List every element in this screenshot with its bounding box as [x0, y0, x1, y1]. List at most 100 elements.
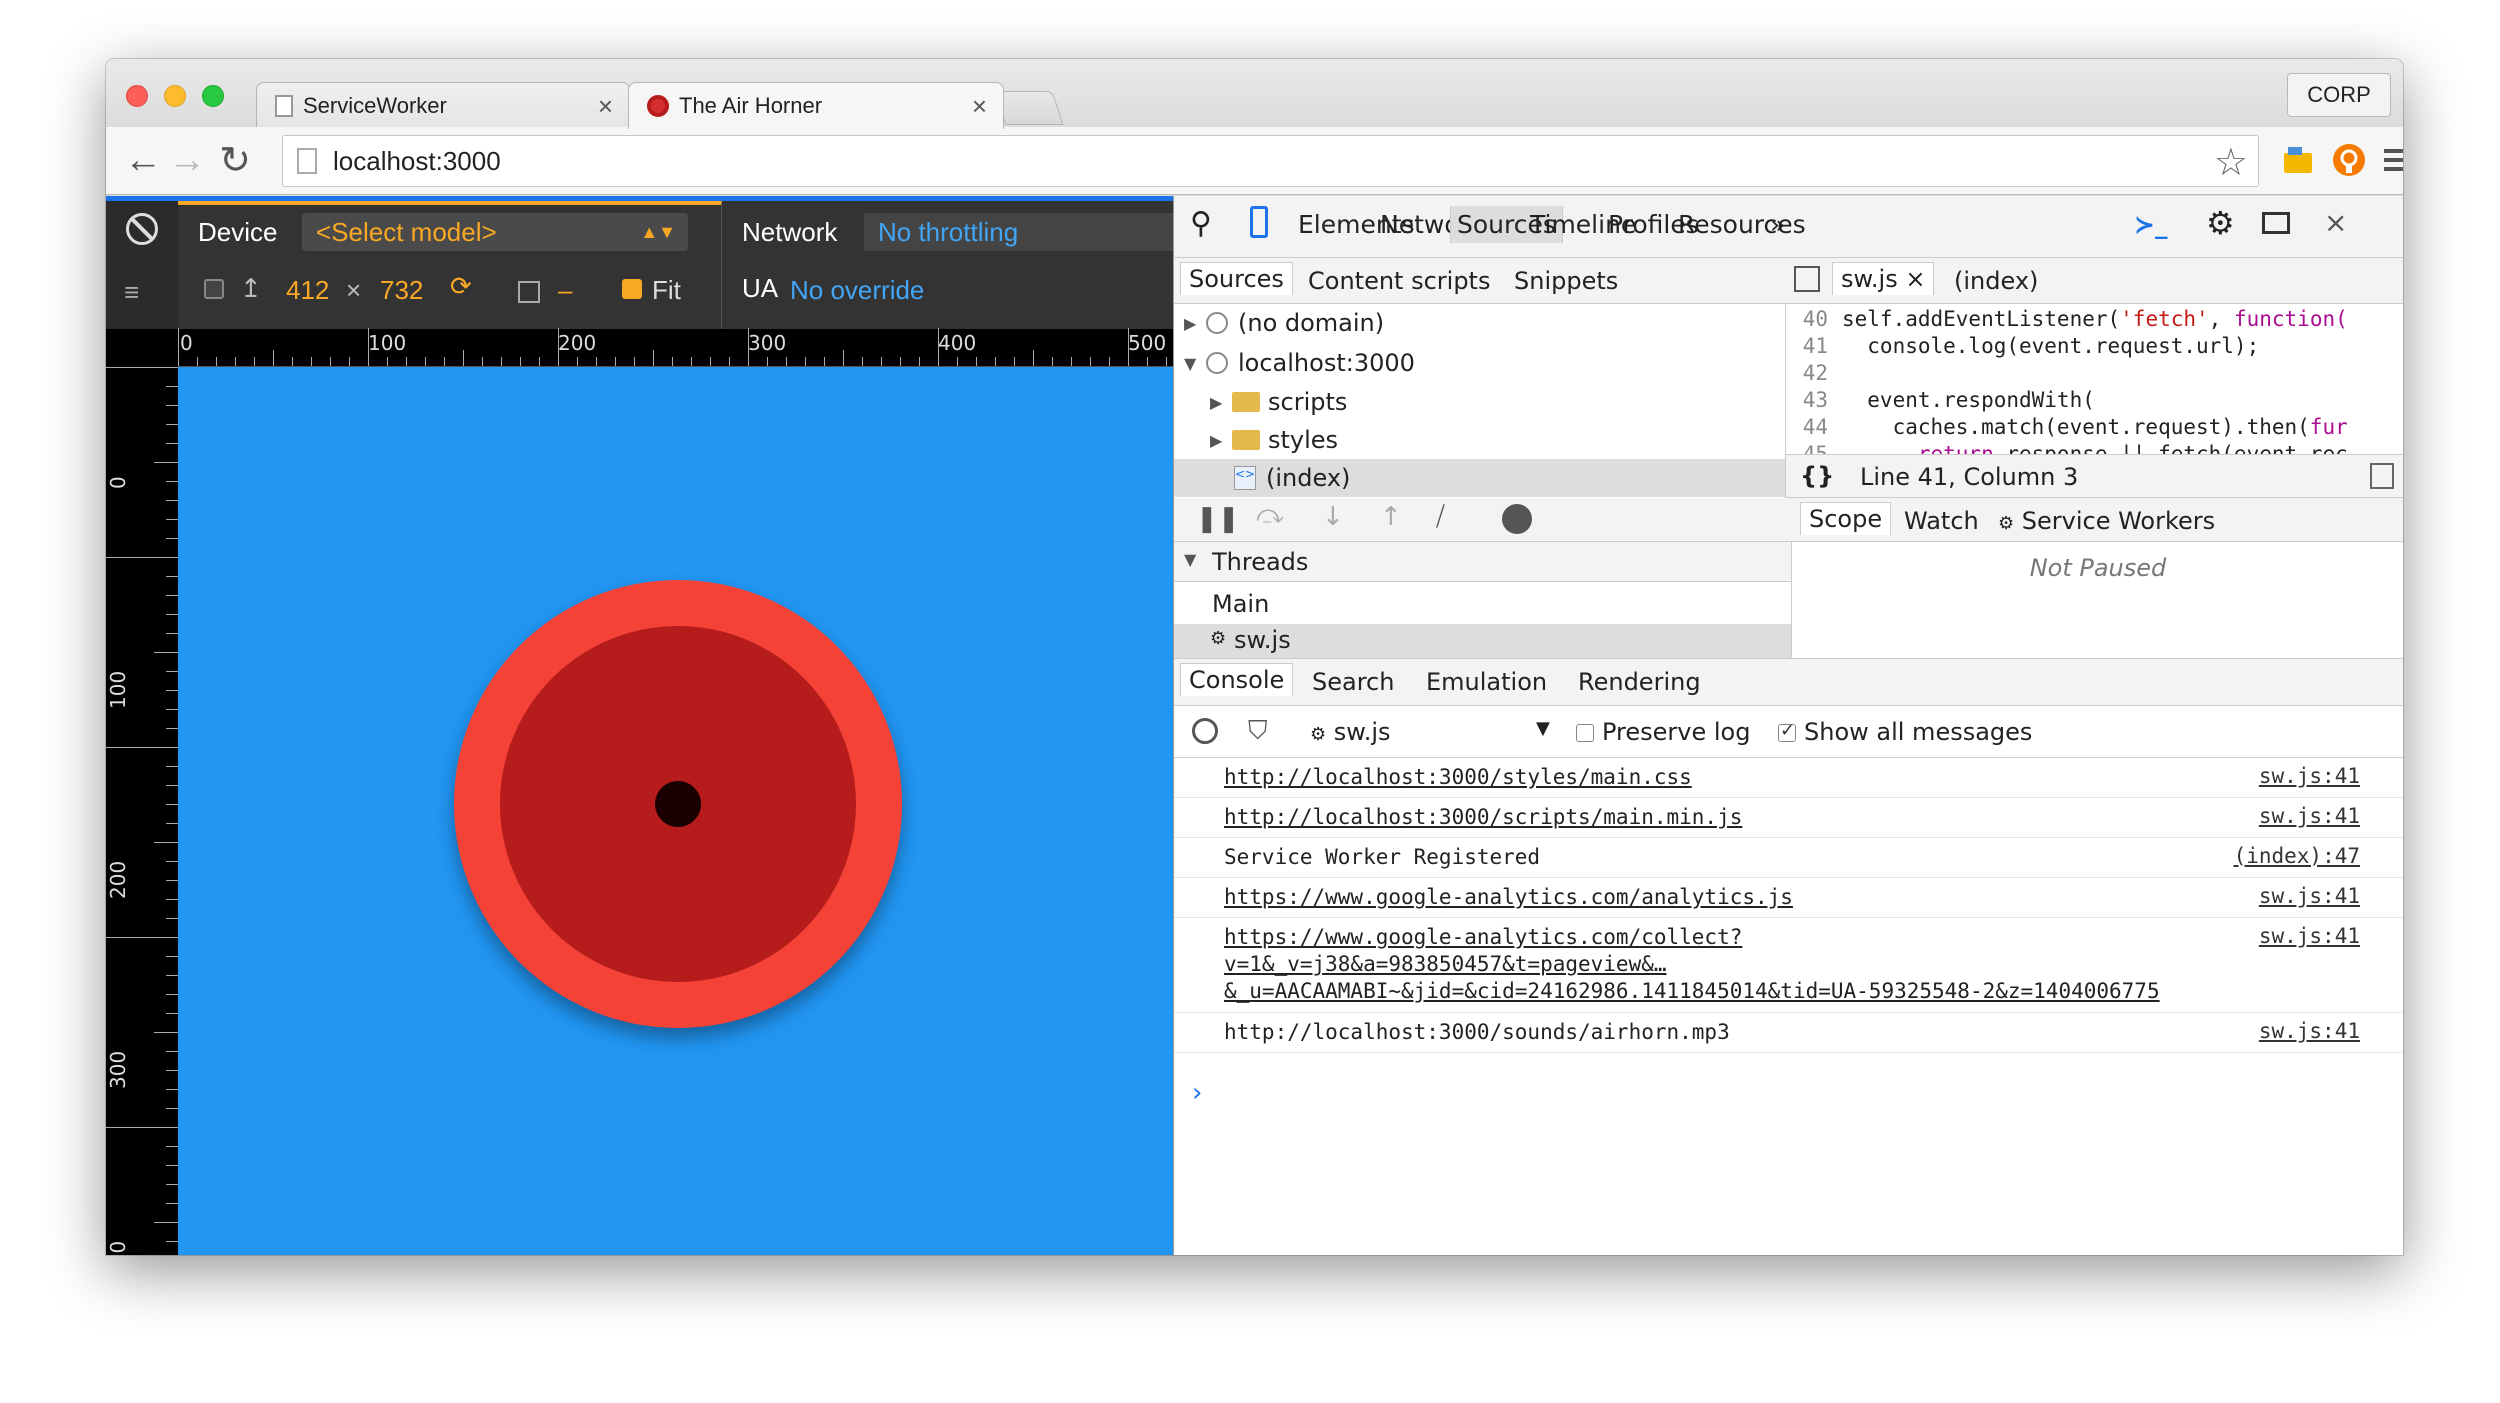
- console-url-link[interactable]: http://localhost:3000/styles/main.css: [1224, 764, 1692, 791]
- user-agent-select[interactable]: No override: [790, 275, 924, 306]
- close-tab-icon[interactable]: ×: [1905, 265, 1925, 293]
- console-source-link[interactable]: sw.js:41: [2259, 884, 2360, 908]
- tab-content-scripts[interactable]: Content scripts: [1308, 267, 1490, 295]
- console-url-link[interactable]: http://localhost:3000/sounds/airhorn.mp3: [1224, 1019, 1730, 1046]
- console-drawer-icon[interactable]: ≻_: [2134, 210, 2167, 239]
- device-mode-icon[interactable]: [1250, 206, 1268, 238]
- extension-folder-icon[interactable]: [2278, 139, 2320, 181]
- tab-scope[interactable]: Scope: [1800, 502, 1892, 535]
- ruler-label: 300: [106, 1050, 130, 1089]
- context-dropdown-arrow-icon[interactable]: ▼: [1536, 718, 1550, 739]
- console-url-link[interactable]: https://www.google-analytics.com/collect…: [1224, 924, 2160, 1005]
- toggle-debugger-icon[interactable]: [2370, 463, 2394, 489]
- device-model-select[interactable]: <Select model> ▲▼: [302, 213, 688, 251]
- chrome-menu-icon[interactable]: [2378, 139, 2403, 181]
- line-number[interactable]: 45: [1790, 441, 1828, 454]
- tab-emulation[interactable]: Emulation: [1426, 668, 1547, 696]
- line-number[interactable]: 40: [1790, 306, 1828, 333]
- thread-swjs[interactable]: ⚙ sw.js: [1174, 624, 1791, 658]
- tab-sources-navigator[interactable]: Sources: [1180, 262, 1293, 295]
- tab-air-horner[interactable]: The Air Horner ×: [628, 82, 1004, 129]
- forward-button[interactable]: →: [164, 137, 210, 183]
- tab-close-button[interactable]: ×: [598, 91, 613, 122]
- media-query-icon[interactable]: ≡: [124, 277, 139, 308]
- profile-corp-button[interactable]: CORP: [2287, 73, 2391, 117]
- ruler-tick: [710, 357, 711, 366]
- more-tabs-button[interactable]: »: [1770, 210, 1785, 239]
- console-url-link[interactable]: https://www.google-analytics.com/analyti…: [1224, 884, 1793, 911]
- extension-headset-icon[interactable]: [2328, 139, 2370, 181]
- air-horn-button[interactable]: [454, 580, 902, 1028]
- console-source-link[interactable]: sw.js:41: [2259, 764, 2360, 788]
- line-number[interactable]: 44: [1790, 414, 1828, 441]
- threads-header[interactable]: ▼ Threads: [1174, 542, 1791, 582]
- show-all-checkbox[interactable]: [1778, 720, 1796, 742]
- context-select[interactable]: ⚙ sw.js: [1310, 718, 1391, 746]
- clear-console-icon[interactable]: [1192, 718, 1218, 744]
- tab-close-button[interactable]: ×: [972, 91, 987, 122]
- close-window-button[interactable]: [126, 85, 148, 107]
- deactivate-breakpoints-icon[interactable]: ⧸: [1436, 502, 1445, 533]
- bookmark-star-icon[interactable]: ☆: [2214, 140, 2248, 185]
- editor-tab-index[interactable]: (index): [1954, 267, 2038, 295]
- console-source-link[interactable]: sw.js:41: [2259, 924, 2360, 948]
- tab-watch[interactable]: Watch: [1904, 507, 1979, 535]
- screen-resolution-icon[interactable]: [518, 281, 540, 303]
- device-pixel-ratio[interactable]: –: [558, 275, 572, 306]
- line-number[interactable]: 43: [1790, 387, 1828, 414]
- step-into-icon[interactable]: ↓: [1322, 502, 1344, 532]
- console-prompt[interactable]: ›: [1192, 1078, 1202, 1108]
- tab-search[interactable]: Search: [1312, 668, 1394, 696]
- thread-main[interactable]: Main: [1212, 590, 1269, 618]
- pause-icon[interactable]: ❚❚: [1196, 504, 1240, 534]
- code-editor[interactable]: 40 self.addEventListener('fetch', functio…: [1786, 304, 2403, 454]
- editor-tab-swjs[interactable]: sw.js ×: [1832, 262, 1935, 295]
- console-source-link[interactable]: sw.js:41: [2259, 1019, 2360, 1043]
- pause-on-exceptions-icon[interactable]: [1502, 504, 1532, 534]
- tree-item-no-domain[interactable]: ▶ (no domain): [1174, 304, 1785, 342]
- tree-item-styles[interactable]: ▶ styles: [1174, 421, 1785, 459]
- dock-side-icon[interactable]: [2262, 212, 2290, 234]
- line-number[interactable]: 42: [1790, 360, 1828, 387]
- network-throttling-select[interactable]: No throttling: [878, 217, 1018, 248]
- preserve-log-option[interactable]: Preserve log: [1576, 718, 1750, 746]
- pretty-print-button[interactable]: {}: [1800, 462, 1834, 490]
- ruler-tick: [166, 1089, 178, 1090]
- console-url-link[interactable]: http://localhost:3000/scripts/main.min.j…: [1224, 804, 1742, 831]
- filter-icon[interactable]: ⛉: [1248, 716, 1268, 747]
- tab-resources[interactable]: Resources: [1678, 210, 1806, 239]
- tab-serviceworker[interactable]: ServiceWorker ×: [256, 82, 630, 129]
- console-source-link[interactable]: sw.js:41: [2259, 804, 2360, 828]
- tab-service-workers[interactable]: ⚙ Service Workers: [1998, 507, 2215, 535]
- settings-gear-icon[interactable]: ⚙: [2206, 204, 2235, 242]
- step-over-icon[interactable]: ⤼: [1256, 500, 1284, 531]
- zoom-window-button[interactable]: [202, 85, 224, 107]
- new-tab-button[interactable]: [994, 91, 1064, 125]
- rotate-icon[interactable]: ⟳: [450, 271, 472, 302]
- tab-console[interactable]: Console: [1180, 663, 1294, 696]
- tree-item-index[interactable]: <> (index): [1174, 459, 1785, 497]
- tab-rendering[interactable]: Rendering: [1578, 668, 1701, 696]
- back-button[interactable]: ←: [120, 137, 166, 183]
- reload-button[interactable]: ↻: [212, 137, 258, 183]
- disable-emulation-icon[interactable]: [126, 213, 158, 245]
- minimize-window-button[interactable]: [164, 85, 186, 107]
- line-number[interactable]: 41: [1790, 333, 1828, 360]
- height-value[interactable]: 732: [380, 275, 423, 306]
- show-all-messages-option[interactable]: Show all messages: [1778, 718, 2032, 746]
- step-out-icon[interactable]: ↑: [1380, 502, 1402, 532]
- ruler-tick: [166, 1013, 178, 1014]
- toggle-navigator-icon[interactable]: [1794, 266, 1820, 292]
- console-source-link[interactable]: (index):47: [2234, 844, 2360, 868]
- inspect-search-icon[interactable]: ⚲: [1190, 206, 1212, 241]
- ruler-label: 300: [748, 331, 787, 355]
- device-checkbox[interactable]: [204, 279, 224, 299]
- tab-snippets[interactable]: Snippets: [1514, 267, 1618, 295]
- tree-item-localhost[interactable]: ▼ localhost:3000: [1174, 344, 1785, 382]
- address-bar[interactable]: localhost:3000 ☆: [282, 135, 2259, 187]
- fit-checkbox[interactable]: [622, 279, 642, 299]
- tree-item-scripts[interactable]: ▶ scripts: [1174, 383, 1785, 421]
- preserve-log-checkbox[interactable]: [1576, 724, 1594, 742]
- width-value[interactable]: 412: [286, 275, 329, 306]
- close-devtools-icon[interactable]: ×: [2324, 206, 2347, 239]
